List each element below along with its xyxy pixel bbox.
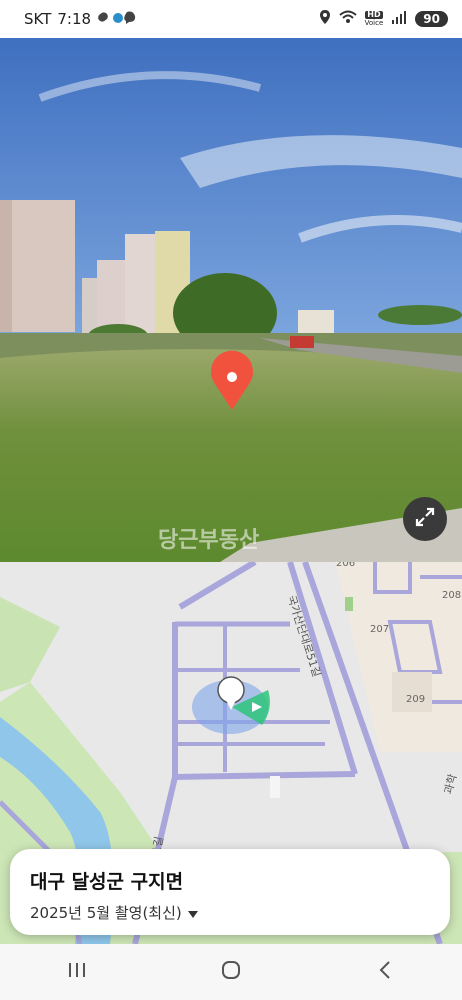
- hd-voice-icon: HD Voice: [364, 10, 384, 28]
- capture-date-selector[interactable]: 2025년 5월 촬영(최신): [30, 902, 430, 923]
- dropdown-arrow-icon: [187, 904, 198, 922]
- wifi-icon: [338, 10, 357, 28]
- expand-icon: [414, 506, 436, 532]
- building-number: 209: [406, 694, 426, 705]
- location-info-card[interactable]: 대구 달성군 구지면 2025년 5월 촬영(최신): [10, 849, 450, 935]
- location-icon: [319, 9, 331, 29]
- system-nav-bar: [0, 944, 462, 1000]
- location-title: 대구 달성군 구지면: [30, 871, 184, 893]
- status-bar: SKT 7:18 HD Voice 90: [0, 0, 462, 38]
- home-icon: [221, 960, 241, 984]
- notification-icon: [97, 9, 137, 29]
- building-number: 207: [370, 624, 390, 635]
- home-button[interactable]: [201, 952, 261, 992]
- building-number: 206: [336, 562, 356, 569]
- street-view-photo[interactable]: 당근부동산: [0, 38, 462, 562]
- back-icon: [378, 960, 392, 984]
- watermark: 당근부동산: [158, 528, 260, 553]
- recent-apps-icon: [67, 961, 87, 983]
- recent-apps-button[interactable]: [47, 952, 107, 992]
- fullscreen-button[interactable]: [403, 497, 447, 541]
- battery-indicator: 90: [415, 11, 448, 27]
- carrier-label: SKT: [24, 10, 52, 28]
- back-button[interactable]: [355, 952, 415, 992]
- capture-date-label: 2025년 5월 촬영(최신): [30, 904, 182, 922]
- signal-icon: [391, 10, 407, 28]
- clock: 7:18: [57, 10, 92, 28]
- building-number: 208: [442, 590, 462, 601]
